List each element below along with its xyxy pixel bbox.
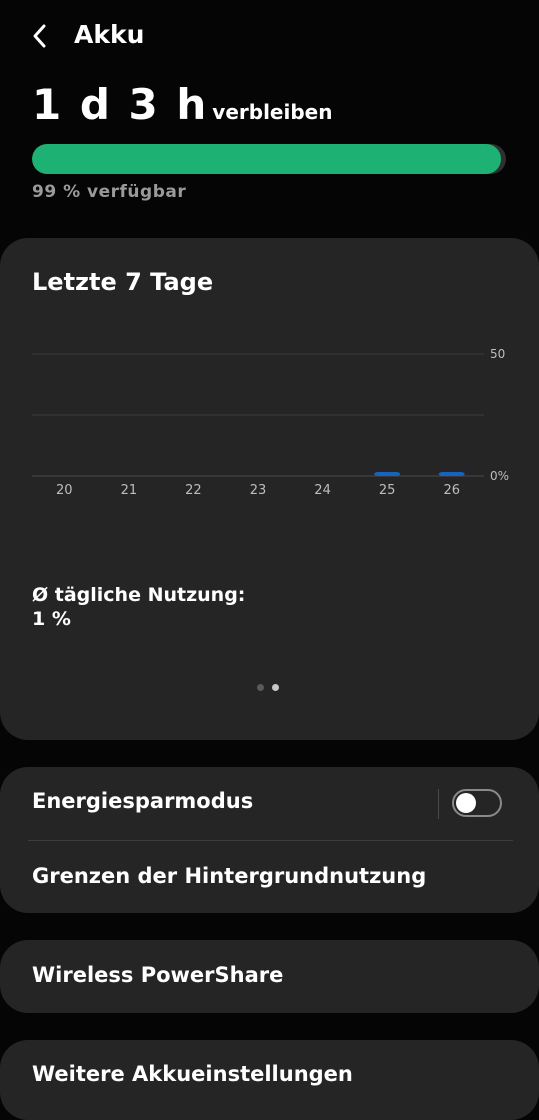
usage-card-title: Letzte 7 Tage	[32, 268, 214, 296]
page-dot	[257, 684, 264, 691]
settings-card: Energiesparmodus Grenzen der Hintergrund…	[0, 767, 539, 913]
chart-x-tick-label: 26	[443, 483, 460, 498]
more-battery-settings-label: Weitere Akkueinstellungen	[32, 1062, 353, 1086]
battery-level-fill	[32, 144, 502, 174]
chart-x-tick-label: 25	[379, 483, 396, 498]
chart-x-tick-label: 20	[56, 483, 73, 498]
header-bar: Akku	[0, 0, 539, 70]
chart-x-tick-label: 22	[185, 483, 202, 498]
chart-x-tick-label: 21	[121, 483, 138, 498]
power-saving-toggle[interactable]	[452, 789, 502, 817]
chart-y-tick-label: 0%	[490, 469, 509, 483]
remaining-time: 1 d 3 h verbleiben	[32, 82, 332, 128]
row-vertical-divider	[438, 789, 439, 819]
usage-chart: 50 0% 20 21 22 23 24 25 26	[32, 347, 509, 498]
chart-x-tick-label: 23	[250, 483, 267, 498]
chart-x-tick-label: 24	[314, 483, 331, 498]
avg-usage-value: 1 %	[32, 608, 71, 630]
battery-level-bar	[32, 144, 506, 174]
back-button[interactable]	[22, 18, 58, 54]
avg-usage-label: Ø tägliche Nutzung:	[32, 584, 246, 606]
background-limits-label: Grenzen der Hintergrundnutzung	[32, 864, 427, 888]
battery-available-text: 99 % verfügbar	[32, 182, 187, 202]
usage-card[interactable]: Letzte 7 Tage 50 0% 20 21 22 23 24 25 26 Ø tägli…	[0, 238, 539, 740]
chevron-left-icon	[33, 24, 46, 48]
page-dot-active	[272, 684, 279, 691]
wireless-powershare-label: Wireless PowerShare	[32, 963, 284, 987]
background-limits-row[interactable]: Grenzen der Hintergrundnutzung	[0, 840, 539, 913]
remaining-time-value: 1 d 3 h	[32, 80, 209, 129]
remaining-time-suffix: verbleiben	[212, 100, 333, 124]
wireless-powershare-row[interactable]: Wireless PowerShare	[0, 940, 539, 1013]
more-battery-settings-row[interactable]: Weitere Akkueinstellungen	[0, 1040, 539, 1120]
toggle-knob	[456, 793, 476, 813]
page-indicator	[257, 684, 279, 691]
page-title: Akku	[74, 20, 145, 49]
power-saving-label: Energiesparmodus	[32, 789, 254, 813]
power-saving-row[interactable]: Energiesparmodus	[0, 767, 539, 840]
chart-y-tick-label: 50	[490, 347, 505, 361]
chart-bar	[438, 472, 465, 476]
chart-bar	[374, 472, 401, 476]
